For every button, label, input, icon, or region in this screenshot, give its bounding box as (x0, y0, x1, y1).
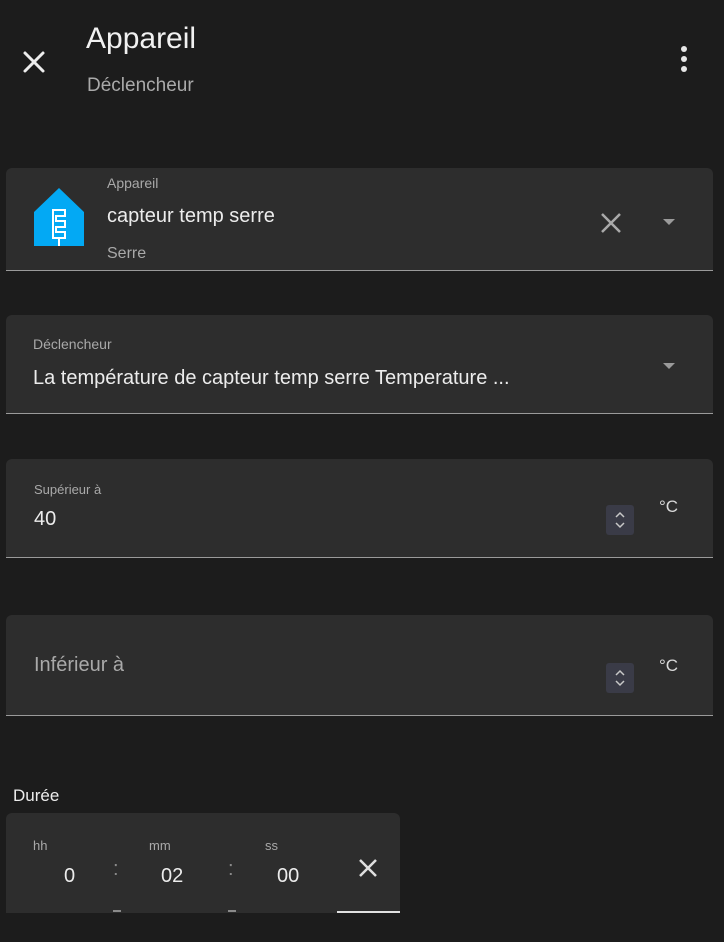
dot-icon (681, 66, 687, 72)
above-input[interactable]: Supérieur à 40 °C (6, 459, 713, 558)
trigger-field-label: Déclencheur (33, 336, 112, 352)
time-separator: : (113, 858, 119, 880)
trigger-select[interactable]: Déclencheur La température de capteur te… (6, 315, 713, 414)
close-dialog-button[interactable] (20, 48, 48, 76)
seconds-input[interactable]: 00 (277, 865, 299, 888)
number-stepper[interactable] (606, 663, 634, 693)
dialog-title: Appareil (86, 22, 197, 55)
minutes-underline (228, 910, 236, 912)
number-stepper[interactable] (606, 505, 634, 535)
clear-duration-button[interactable] (356, 856, 380, 880)
minutes-label: mm (149, 838, 171, 853)
close-icon (359, 859, 377, 877)
device-field-label: Appareil (107, 175, 159, 191)
device-field-value: capteur temp serre (107, 205, 275, 227)
stepper-arrows-icon (615, 511, 625, 529)
hours-underline (113, 910, 121, 912)
dialog-subtitle: Déclencheur (87, 75, 194, 96)
minutes-input[interactable]: 02 (161, 865, 183, 888)
hours-label: hh (33, 838, 48, 853)
device-picker[interactable]: Appareil capteur temp serre Serre (6, 168, 713, 271)
above-field-value[interactable]: 40 (34, 508, 56, 531)
trigger-field-value: La température de capteur temp serre Tem… (33, 367, 510, 389)
dialog-header: Appareil Déclencheur (0, 0, 724, 130)
home-assistant-logo-icon (34, 188, 84, 246)
dot-icon (681, 56, 687, 62)
dot-icon (681, 46, 687, 52)
close-icon (601, 213, 621, 233)
below-unit: °C (659, 656, 679, 675)
more-options-button[interactable] (674, 46, 694, 80)
above-unit: °C (659, 497, 679, 516)
seconds-label: ss (265, 838, 278, 853)
duration-label: Durée (13, 786, 60, 805)
above-field-label: Supérieur à (34, 482, 102, 497)
time-separator: : (228, 858, 234, 880)
chevron-down-icon (663, 363, 675, 369)
chevron-down-icon[interactable] (663, 219, 675, 225)
below-input[interactable]: Inférieur à °C (6, 615, 713, 716)
duration-picker: hh 0 : mm 02 : ss 00 (6, 813, 400, 913)
hours-input[interactable]: 0 (64, 865, 75, 888)
below-field-placeholder: Inférieur à (34, 654, 125, 676)
duration-underline (337, 911, 400, 913)
close-icon (23, 51, 45, 73)
clear-device-button[interactable] (598, 210, 624, 236)
device-area: Serre (107, 245, 147, 262)
stepper-arrows-icon (615, 669, 625, 687)
